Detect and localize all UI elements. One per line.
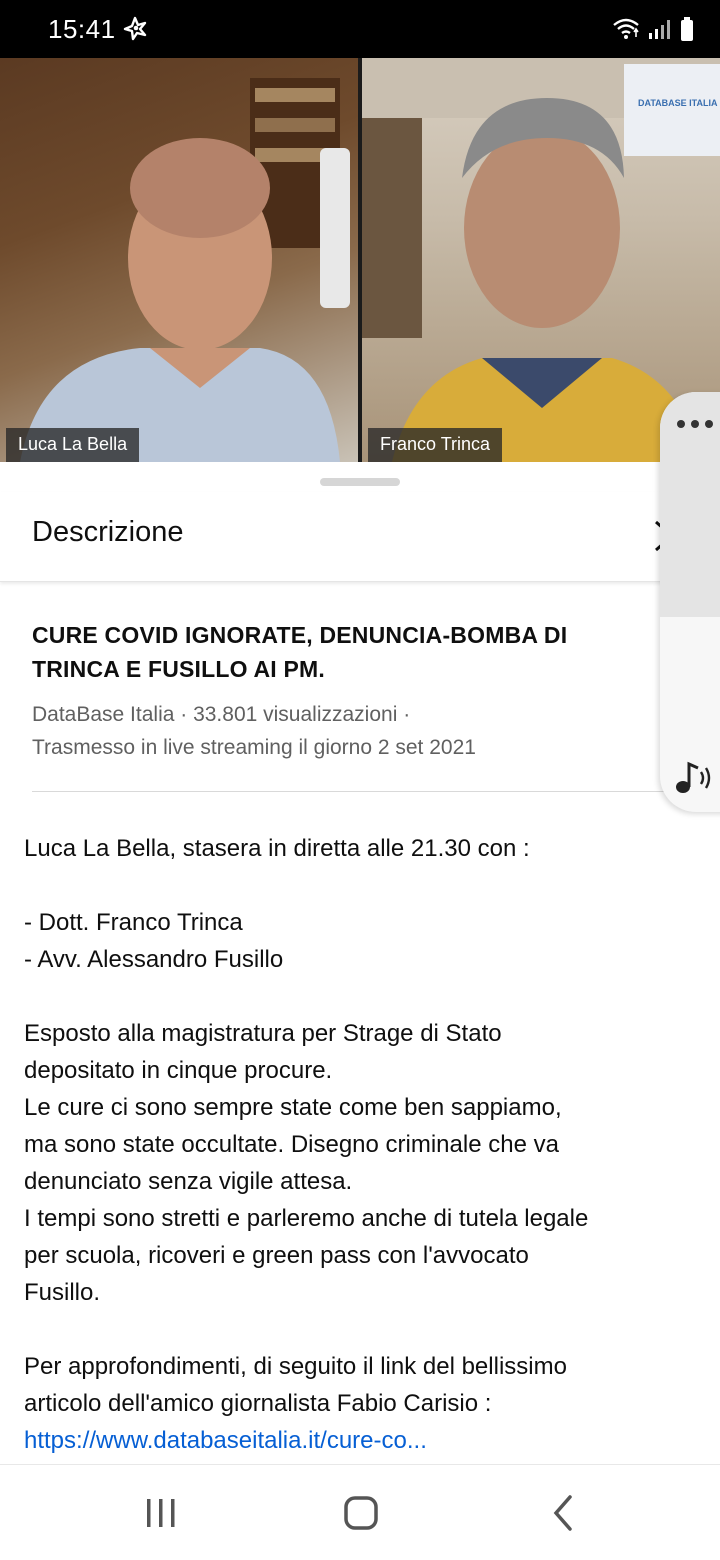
more-dots-icon[interactable] (676, 418, 716, 430)
channel-watermark: DATABASE ITALIA (638, 98, 718, 108)
video-meta: DataBase Italia · 33.801 visualizzazioni… (32, 698, 652, 764)
sheet-title: Descrizione (32, 516, 184, 548)
participant-video-left: Luca La Bella (0, 58, 358, 462)
meta-stream-date: Trasmesso in live streaming il giorno 2 … (32, 736, 476, 759)
video-title: CURE COVID IGNORATE, DENUNCIA-BOMBA DI T… (32, 622, 568, 682)
description-paragraph: Per approfondimenti, di seguito il link … (24, 1353, 567, 1417)
participant-name-left: Luca La Bella (6, 428, 140, 462)
home-icon[interactable] (336, 1491, 386, 1535)
back-icon[interactable] (538, 1491, 588, 1535)
app-notification-icon (123, 16, 147, 41)
article-link[interactable]: https://www.databaseitalia.it/cure-co... (24, 1422, 694, 1459)
status-icons (612, 16, 694, 42)
description-sheet[interactable]: Descrizione CURE COVID IGNORATE, DENUNCI… (0, 462, 720, 1464)
signal-icon (649, 20, 670, 39)
battery-icon (681, 17, 693, 41)
navigation-bar (0, 1464, 720, 1560)
description-body: Luca La Bella, stasera in diretta alle 2… (24, 830, 694, 1459)
description-paragraph: Luca La Bella, stasera in diretta alle 2… (24, 835, 530, 862)
wifi-icon (613, 18, 639, 39)
drag-handle[interactable] (320, 478, 400, 486)
divider (32, 791, 688, 792)
sheet-header: Descrizione (0, 492, 720, 582)
meta-channel-views: DataBase Italia · 33.801 visualizzazioni… (32, 703, 411, 726)
description-paragraph: Esposto alla magistratura per Strage di … (24, 1020, 589, 1306)
participant-figure-left (20, 78, 350, 462)
description-paragraph: - Dott. Franco Trinca - Avv. Alessandro … (24, 909, 284, 973)
video-player[interactable]: Luca La Bella DATABASE ITALIA Franco Tri… (0, 58, 720, 462)
status-time: 15:41 (48, 14, 116, 44)
recent-apps-icon[interactable] (136, 1491, 186, 1535)
music-note-icon[interactable] (674, 760, 718, 796)
status-bar: 15:41 (0, 0, 720, 58)
participant-name-right: Franco Trinca (368, 428, 503, 462)
edge-panel[interactable] (660, 392, 720, 812)
